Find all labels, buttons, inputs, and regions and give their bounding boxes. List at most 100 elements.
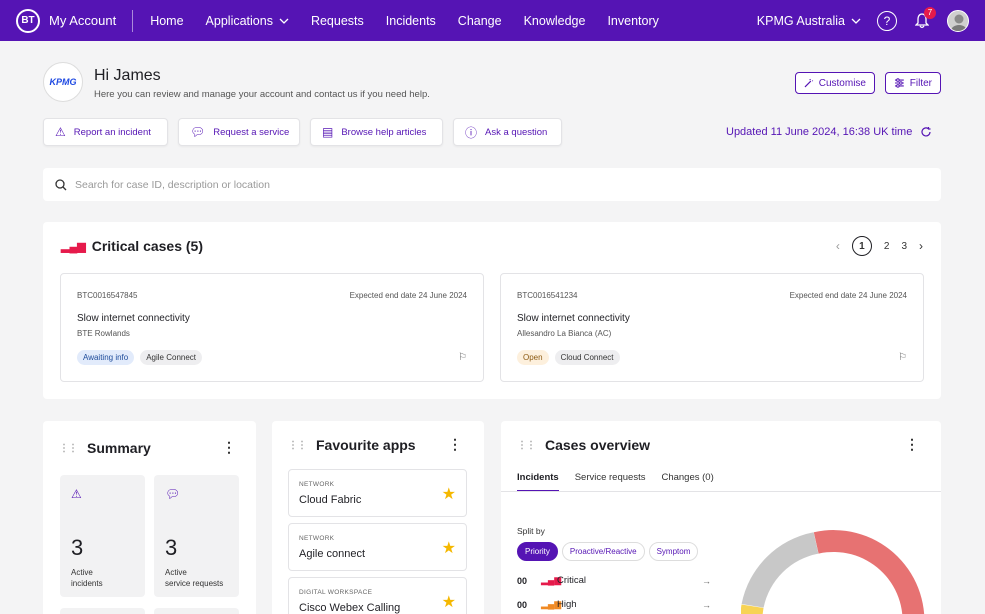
quick-action-label: Browse help articles bbox=[341, 126, 427, 138]
wand-icon bbox=[804, 78, 814, 88]
brand-title[interactable]: My Account bbox=[49, 13, 116, 28]
customise-label: Customise bbox=[818, 77, 866, 89]
priority-label: Critical bbox=[557, 575, 587, 586]
favourite-apps-title: ⋮⋮ Favourite apps bbox=[288, 437, 416, 453]
priority-row-high[interactable]: 00 ▂▄▆ High → bbox=[517, 599, 711, 610]
arrow-right-icon: → bbox=[702, 575, 711, 586]
chat-icon: 💬︎ bbox=[165, 487, 181, 501]
pagination: ‹ 1 2 3 › bbox=[836, 236, 923, 256]
greeting-subtitle: Here you can review and manage your acco… bbox=[94, 89, 430, 100]
star-icon[interactable]: ★ bbox=[442, 538, 456, 558]
nav-change[interactable]: Change bbox=[447, 14, 513, 28]
prev-page-icon[interactable]: ‹ bbox=[836, 239, 840, 253]
priority-row-critical[interactable]: 00 ▂▄▆ Critical → bbox=[517, 575, 711, 586]
nav-applications-label: Applications bbox=[205, 13, 273, 28]
document-icon: ▤ bbox=[322, 125, 334, 139]
tab-service-requests[interactable]: Service requests bbox=[575, 472, 646, 492]
customise-button[interactable]: Customise bbox=[795, 72, 875, 94]
critical-title-text: Critical cases (5) bbox=[91, 238, 204, 254]
quick-action-label: Ask a question bbox=[485, 126, 548, 138]
app-name: Agile connect bbox=[299, 548, 366, 560]
drag-handle-icon[interactable]: ⋮⋮ bbox=[59, 443, 78, 454]
stat-label-line2: incidents bbox=[71, 579, 103, 588]
bookmark-icon[interactable]: ⚐ bbox=[458, 352, 467, 363]
help-icon[interactable]: ? bbox=[877, 10, 897, 31]
updated-text: Updated 11 June 2024, 16:38 UK time bbox=[726, 126, 913, 138]
case-card[interactable]: BTC0016541234 Expected end date 24 June … bbox=[500, 273, 924, 382]
browse-help-button[interactable]: ▤ Browse help articles bbox=[310, 118, 443, 146]
app-item[interactable]: NETWORK Cloud Fabric ★ bbox=[288, 469, 467, 517]
app-item[interactable]: NETWORK Agile connect ★ bbox=[288, 523, 467, 571]
bt-logo[interactable]: BT bbox=[16, 8, 40, 33]
cases-overview-title-text: Cases overview bbox=[545, 437, 651, 453]
priority-label: High bbox=[557, 599, 577, 610]
star-icon[interactable]: ★ bbox=[442, 592, 456, 612]
stat-card-partial[interactable] bbox=[154, 608, 239, 614]
top-nav: BT My Account Home Applications Requests… bbox=[0, 0, 985, 41]
case-title: Slow internet connectivity bbox=[517, 313, 630, 324]
nav-inventory[interactable]: Inventory bbox=[596, 14, 669, 28]
pill-proactive-reactive[interactable]: Proactive/Reactive bbox=[561, 542, 645, 561]
app-category: NETWORK bbox=[299, 535, 335, 542]
warning-icon: ⚠ bbox=[55, 125, 66, 139]
app-name: Cisco Webex Calling bbox=[299, 602, 401, 614]
page-2[interactable]: 2 bbox=[884, 241, 890, 252]
case-title: Slow internet connectivity bbox=[77, 313, 190, 324]
search-input[interactable]: Search for case ID, description or locat… bbox=[75, 179, 270, 191]
case-card[interactable]: BTC0016547845 Expected end date 24 June … bbox=[60, 273, 484, 382]
split-by-label: Split by bbox=[517, 526, 545, 536]
search-bar[interactable]: Search for case ID, description or locat… bbox=[43, 168, 941, 201]
bookmark-icon[interactable]: ⚐ bbox=[898, 352, 907, 363]
chevron-down-icon bbox=[851, 18, 861, 24]
org-selector[interactable]: KPMG Australia bbox=[757, 14, 861, 28]
company-logo: KPMG bbox=[43, 62, 83, 102]
tab-incidents[interactable]: Incidents bbox=[517, 472, 559, 492]
case-user: Allesandro La Bianca (AC) bbox=[517, 329, 612, 338]
case-tags: Awaiting info Agile Connect bbox=[77, 350, 203, 365]
priority-count: 00 bbox=[517, 575, 528, 586]
stat-active-incidents[interactable]: ⚠ 3 Active incidents bbox=[60, 475, 145, 597]
cases-overview-title: ⋮⋮ Cases overview bbox=[517, 437, 650, 453]
more-options-icon[interactable]: ⋮ bbox=[222, 439, 236, 456]
pill-symptom[interactable]: Symptom bbox=[648, 542, 699, 561]
page-1[interactable]: 1 bbox=[851, 236, 872, 256]
more-options-icon[interactable]: ⋮ bbox=[448, 436, 462, 453]
filter-icon bbox=[894, 78, 904, 88]
pill-priority[interactable]: Priority bbox=[517, 542, 558, 561]
refresh-icon[interactable] bbox=[920, 126, 932, 138]
drag-handle-icon[interactable]: ⋮⋮ bbox=[288, 440, 307, 451]
report-incident-button[interactable]: ⚠ Report an incident bbox=[43, 118, 168, 146]
stat-value: 3 bbox=[165, 535, 178, 560]
notification-badge: 7 bbox=[924, 6, 936, 19]
nav-requests[interactable]: Requests bbox=[300, 14, 375, 28]
app-category: NETWORK bbox=[299, 481, 335, 488]
cases-overview-card: ⋮⋮ Cases overview ⋮ Incidents Service re… bbox=[501, 421, 941, 614]
question-icon: ⓘ bbox=[465, 125, 478, 140]
favourite-apps-card: ⋮⋮ Favourite apps ⋮ NETWORK Cloud Fabric… bbox=[272, 421, 484, 614]
product-badge: Cloud Connect bbox=[554, 350, 620, 365]
donut-segment-red bbox=[813, 530, 925, 614]
case-tags: Open Cloud Connect bbox=[517, 350, 620, 365]
more-options-icon[interactable]: ⋮ bbox=[905, 436, 919, 453]
next-page-icon[interactable]: › bbox=[919, 239, 923, 253]
donut-segment-grey bbox=[741, 532, 819, 608]
page-3[interactable]: 3 bbox=[901, 241, 907, 252]
ask-question-button[interactable]: ⓘ Ask a question bbox=[453, 118, 562, 146]
stat-label-line1: Active bbox=[165, 568, 187, 577]
request-service-button[interactable]: 💬︎ Request a service bbox=[178, 118, 300, 146]
app-item[interactable]: DIGITAL WORKSPACE Cisco Webex Calling ★ bbox=[288, 577, 467, 614]
signal-bars-icon: ▂▄▆ bbox=[61, 240, 86, 253]
filter-button[interactable]: Filter bbox=[885, 72, 941, 94]
tab-changes[interactable]: Changes (0) bbox=[661, 472, 713, 492]
updated-timestamp: Updated 11 June 2024, 16:38 UK time bbox=[726, 126, 932, 138]
drag-handle-icon[interactable]: ⋮⋮ bbox=[517, 440, 536, 451]
nav-applications[interactable]: Applications bbox=[195, 14, 300, 28]
stat-active-service-requests[interactable]: 💬︎ 3 Active service requests bbox=[154, 475, 239, 597]
stat-card-partial[interactable] bbox=[60, 608, 145, 614]
nav-incidents[interactable]: Incidents bbox=[375, 14, 447, 28]
avatar[interactable] bbox=[947, 9, 969, 32]
nav-home[interactable]: Home bbox=[139, 14, 194, 28]
nav-knowledge[interactable]: Knowledge bbox=[513, 14, 597, 28]
notifications-button[interactable]: 7 bbox=[913, 6, 936, 31]
star-icon[interactable]: ★ bbox=[442, 484, 456, 504]
